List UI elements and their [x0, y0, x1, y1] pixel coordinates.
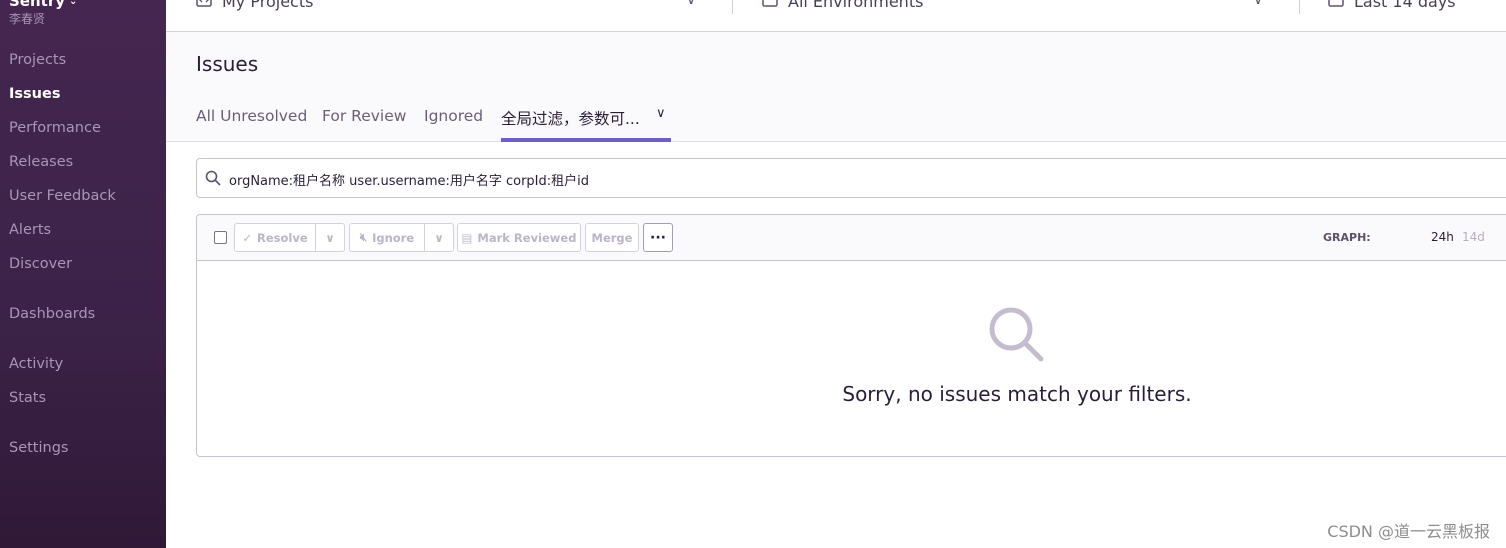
page-header: Issues All Unresolved For Review Ignored…: [166, 32, 1506, 142]
sidebar-item-performance[interactable]: Performance: [9, 120, 101, 136]
sidebar-item-alerts[interactable]: Alerts: [9, 222, 51, 238]
more-actions-button[interactable]: ···: [643, 223, 673, 252]
tab-for-review[interactable]: For Review: [322, 107, 406, 125]
graph-label: GRAPH:: [1323, 231, 1371, 244]
sidebar-item-dashboards[interactable]: Dashboards: [9, 306, 95, 322]
date-range-selector[interactable]: Last 14 days: [1328, 0, 1456, 11]
issues-icon: ▤: [461, 230, 473, 245]
select-all-checkbox[interactable]: [214, 231, 227, 244]
chevron-down-icon: ⌄: [69, 0, 78, 7]
graph-range-14d[interactable]: 14d: [1462, 230, 1485, 244]
search-icon: [205, 170, 221, 186]
org-name: Sentry: [9, 0, 66, 10]
org-switcher[interactable]: Sentry ⌄ 李春贤: [9, 0, 77, 27]
environment-selector[interactable]: All Environments: [762, 0, 923, 11]
sidebar-item-activity[interactable]: Activity: [9, 356, 63, 372]
sidebar-item-stats[interactable]: Stats: [9, 390, 46, 406]
chevron-down-icon[interactable]: ∨: [686, 0, 696, 8]
mark-reviewed-button[interactable]: ▤ Mark Reviewed: [457, 223, 581, 252]
empty-state-message: Sorry, no issues match your filters.: [842, 382, 1192, 406]
sidebar-item-discover[interactable]: Discover: [9, 256, 72, 272]
graph-range-24h[interactable]: 24h: [1431, 230, 1454, 244]
chevron-down-icon: ∨: [434, 230, 444, 245]
environment-selector-label: All Environments: [788, 0, 924, 11]
search-input[interactable]: orgName:租户名称 user.username:用户名字 corpId:租…: [229, 170, 589, 189]
sidebar-item-settings[interactable]: Settings: [9, 440, 68, 456]
tab-all-unresolved[interactable]: All Unresolved: [196, 107, 307, 125]
issue-actions-toolbar: ✓ Resolve ∨ 🔇︎ Ignore ∨ ▤ Mark Reviewed …: [197, 215, 1506, 261]
merge-label: Merge: [591, 230, 633, 245]
sidebar: Sentry ⌄ 李春贤 Projects Issues Performance…: [0, 0, 166, 548]
merge-button[interactable]: Merge: [585, 223, 639, 252]
resolve-dropdown-button[interactable]: ∨: [315, 223, 345, 252]
org-user-name: 李春贤: [9, 12, 46, 26]
sidebar-item-issues[interactable]: Issues: [9, 86, 60, 102]
sidebar-item-user-feedback[interactable]: User Feedback: [9, 188, 116, 204]
resolve-button[interactable]: ✓ Resolve: [234, 223, 316, 252]
watermark: CSDN @道一云黑板报: [1327, 522, 1490, 541]
resolve-label: Resolve: [257, 230, 308, 245]
ellipsis-icon: ···: [650, 229, 666, 246]
chevron-down-icon[interactable]: ∨: [656, 106, 666, 121]
search-icon: [987, 305, 1045, 363]
page-title: Issues: [196, 52, 259, 76]
org-name-row[interactable]: Sentry ⌄: [9, 0, 77, 10]
divider: [1299, 0, 1300, 14]
mute-icon: 🔇︎: [359, 230, 368, 244]
sidebar-item-projects[interactable]: Projects: [9, 52, 66, 68]
chevron-down-icon: ∨: [325, 230, 335, 245]
ignore-label: Ignore: [372, 230, 415, 245]
tab-saved-search[interactable]: 全局过滤，参数可...: [501, 107, 640, 129]
calendar-icon: [1328, 0, 1344, 11]
ignore-button[interactable]: 🔇︎ Ignore: [349, 223, 425, 252]
project-selector-label: My Projects: [222, 0, 314, 11]
active-tab-indicator: [501, 138, 671, 142]
mark-reviewed-label: Mark Reviewed: [477, 230, 577, 245]
ignore-dropdown-button[interactable]: ∨: [424, 223, 454, 252]
project-selector[interactable]: My Projects: [196, 0, 313, 11]
checkmark-icon: ✓: [242, 230, 252, 245]
environment-icon: [762, 0, 778, 11]
tab-ignored[interactable]: Ignored: [424, 107, 483, 125]
chevron-down-icon[interactable]: ∨: [1253, 0, 1263, 8]
sidebar-item-releases[interactable]: Releases: [9, 154, 73, 170]
search-bar[interactable]: orgName:租户名称 user.username:用户名字 corpId:租…: [196, 158, 1506, 198]
project-icon: [196, 0, 212, 11]
global-selection-header: My Projects ∨ All Environments ∨ Last 14…: [166, 0, 1506, 32]
date-range-label: Last 14 days: [1354, 0, 1456, 11]
divider: [732, 0, 733, 14]
issue-list-panel: ✓ Resolve ∨ 🔇︎ Ignore ∨ ▤ Mark Reviewed …: [196, 214, 1506, 457]
